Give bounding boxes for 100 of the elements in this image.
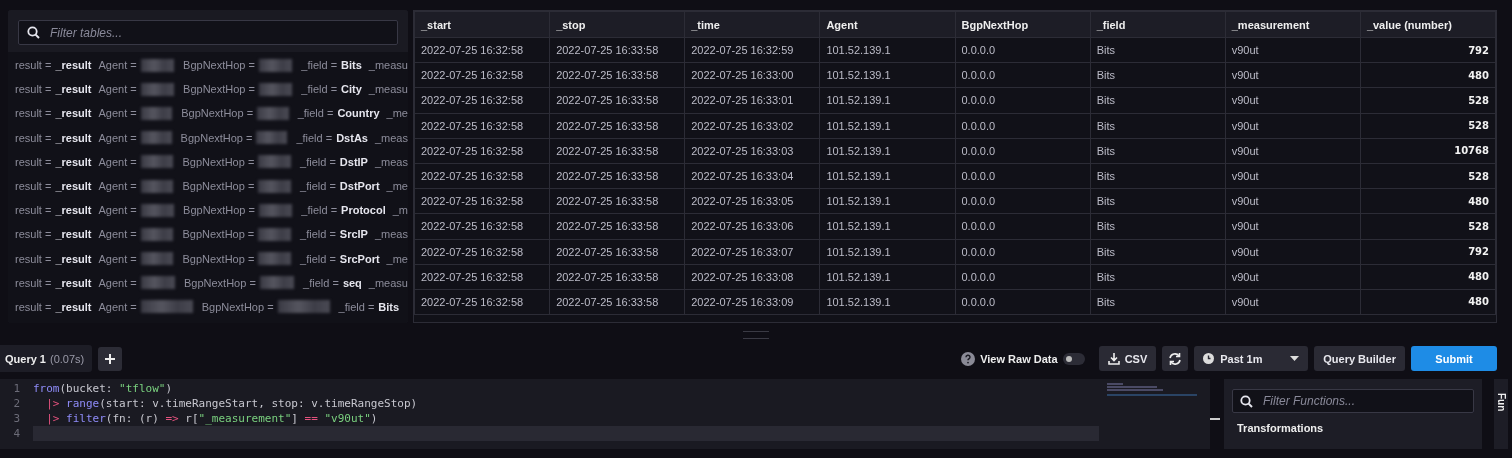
- column-header[interactable]: _value (number): [1360, 11, 1496, 38]
- table-cell: 2022-07-25 16:33:05: [684, 188, 820, 214]
- tag-key: _measu: [368, 59, 408, 72]
- column-header[interactable]: _stop: [549, 11, 685, 38]
- tag-key: Agent =: [98, 59, 137, 72]
- table-cell: 2022-07-25 16:33:58: [549, 289, 685, 315]
- clock-icon: [1203, 353, 1215, 364]
- table-cell: 0.0.0.0: [955, 188, 1091, 214]
- table-cell: 2022-07-25 16:33:58: [549, 163, 685, 189]
- table-cell: 2022-07-25 16:33:58: [549, 113, 685, 139]
- tag-key: Agent =: [98, 180, 137, 193]
- table-cell: 480: [1360, 289, 1496, 315]
- tag-value: Bits: [341, 59, 362, 72]
- table-cell: 2022-07-25 16:33:58: [549, 62, 685, 88]
- add-query-button[interactable]: [98, 346, 123, 371]
- tag-value: Country: [337, 107, 380, 120]
- query-tab[interactable]: Query 1 (0.07s): [0, 345, 93, 372]
- tag-key: BgpNextHop =: [183, 204, 255, 217]
- table-cell: 0.0.0.0: [955, 113, 1091, 139]
- table-cell: 2022-07-25 16:33:07: [684, 239, 820, 265]
- table-cell: v90ut: [1225, 138, 1361, 164]
- tag-key: BgpNextHop =: [182, 228, 255, 241]
- table-cell: 2022-07-25 16:33:58: [549, 87, 685, 114]
- table-cell: v90ut: [1225, 213, 1361, 239]
- table-cell: 2022-07-25 16:33:03: [684, 138, 820, 164]
- tag-key: _field =: [300, 155, 336, 168]
- table-cell: 2022-07-25 16:32:58: [414, 138, 550, 164]
- filter-tables-field[interactable]: Filter tables...: [18, 20, 398, 45]
- tag-key: Agent =: [98, 107, 137, 120]
- table-cell: 101.52.139.1: [819, 239, 955, 265]
- tag-key: _measu: [368, 83, 408, 96]
- column-header[interactable]: _field: [1090, 11, 1226, 38]
- raw-data-toggle[interactable]: [1062, 352, 1085, 365]
- table-cell: v90ut: [1225, 289, 1361, 315]
- code-line[interactable]: from(bucket: "tflow"): [33, 381, 1100, 396]
- resize-handle[interactable]: [743, 331, 769, 339]
- column-header[interactable]: Agent: [819, 11, 955, 38]
- tag-value: _result: [55, 228, 92, 241]
- table-cell: 2022-07-25 16:32:58: [414, 163, 550, 189]
- table-cell: 101.52.139.1: [819, 87, 955, 114]
- tag-key: Agent =: [98, 300, 137, 313]
- tag-key: BgpNextHop =: [183, 83, 255, 96]
- table-cell: 0.0.0.0: [955, 213, 1091, 239]
- filter-functions-field[interactable]: Filter Functions...: [1261, 393, 1466, 409]
- time-range-dropdown[interactable]: Past 1m: [1194, 346, 1309, 371]
- tag-key: _field =: [300, 180, 336, 193]
- tag-key: result =: [15, 228, 52, 241]
- tag-value: City: [341, 83, 362, 96]
- table-cell: 480: [1360, 62, 1496, 88]
- table-cell: 528: [1360, 113, 1496, 139]
- submit-button[interactable]: Submit: [1411, 346, 1497, 371]
- table-cell: 2022-07-25 16:32:58: [414, 213, 550, 239]
- table-cell: 2022-07-25 16:33:00: [684, 62, 820, 88]
- column-header[interactable]: _start: [414, 11, 550, 38]
- help-icon[interactable]: [961, 351, 976, 366]
- column-header[interactable]: BgpNextHop: [955, 11, 1091, 38]
- filter-functions-field[interactable]: Filter Functions...: [1232, 389, 1474, 413]
- table-cell: 101.52.139.1: [819, 188, 955, 214]
- table-cell: 101.52.139.1: [819, 213, 955, 239]
- table-cell: 0.0.0.0: [955, 138, 1091, 164]
- table-cell: v90ut: [1225, 62, 1361, 88]
- table-cell: 2022-07-25 16:33:08: [684, 264, 820, 290]
- table-cell: 2022-07-25 16:32:58: [414, 37, 550, 63]
- line-number: 4: [12, 427, 21, 440]
- table-cell: Bits: [1090, 62, 1226, 88]
- tag-value: _result: [55, 252, 92, 265]
- table-cell: v90ut: [1225, 264, 1361, 290]
- download-icon: [1107, 352, 1120, 365]
- tag-key: _field =: [303, 276, 339, 289]
- code-line[interactable]: |> filter(fn: (r) => r["_measurement"] == "v90ut"): [33, 411, 1100, 426]
- tag-value: _result: [55, 83, 92, 96]
- table-cell: 101.52.139.1: [819, 62, 955, 88]
- csv-button[interactable]: CSV: [1098, 346, 1157, 371]
- column-header[interactable]: _measurement: [1225, 11, 1361, 38]
- refresh-button[interactable]: [1162, 346, 1189, 371]
- table-cell: 0.0.0.0: [955, 264, 1091, 290]
- column-header[interactable]: _time: [684, 11, 820, 38]
- tag-key: _meas: [374, 228, 408, 241]
- table-cell: 2022-07-25 16:32:58: [414, 113, 550, 139]
- code-line[interactable]: |> range(start: v.timeRangeStart, stop: v.timeRangeStop): [33, 396, 1100, 411]
- table-cell: Bits: [1090, 289, 1226, 315]
- table-cell: Bits: [1090, 138, 1226, 164]
- tag-key: Agent =: [98, 228, 137, 241]
- table-cell: 2022-07-25 16:33:58: [549, 138, 685, 164]
- tag-value: _result: [55, 131, 92, 144]
- tag-value: _result: [55, 180, 92, 193]
- table-cell: 2022-07-25 16:32:58: [414, 289, 550, 315]
- table-cell: Bits: [1090, 188, 1226, 214]
- tag-key: Agent =: [98, 155, 137, 168]
- table-cell: 528: [1360, 163, 1496, 189]
- query-builder-button[interactable]: Query Builder: [1314, 346, 1405, 371]
- table-cell: 2022-07-25 16:32:58: [414, 87, 550, 114]
- table-cell: 480: [1360, 188, 1496, 214]
- table-cell: v90ut: [1225, 163, 1361, 189]
- tag-key: BgpNextHop =: [201, 300, 274, 313]
- tag-key: _field =: [300, 228, 336, 241]
- table-cell: v90ut: [1225, 87, 1361, 114]
- tag-key: _meas: [374, 155, 408, 168]
- tag-key: BgpNextHop =: [183, 59, 255, 72]
- tag-value: DstIP: [339, 155, 368, 168]
